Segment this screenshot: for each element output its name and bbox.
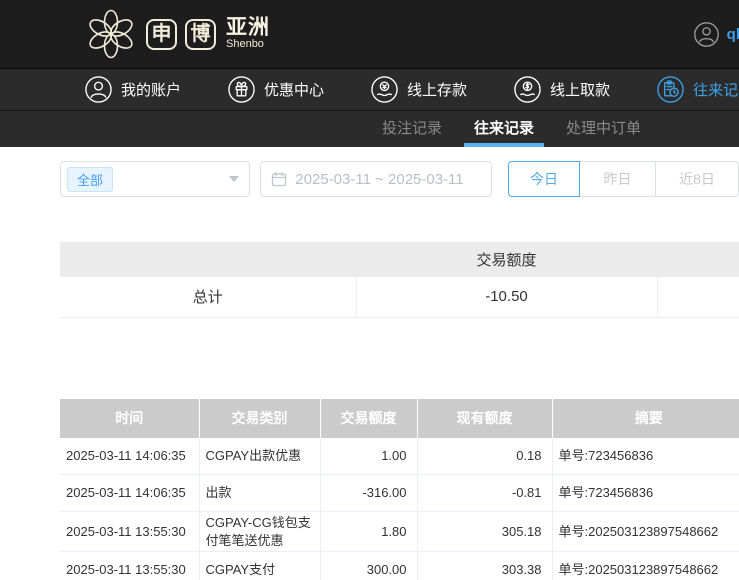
summary-empty-cell: [657, 277, 739, 317]
nav-item-transaction-records[interactable]: 往来记录: [656, 75, 739, 104]
transactions-header-row: 时间 交易类别 交易额度 现有额度 摘要: [60, 399, 739, 438]
filter-row: 全部 2025-03-11 ~ 2025-03-11 今日 昨日 近8日: [60, 161, 739, 197]
top-header: 申 博 亚洲 Shenbo qh: [0, 0, 739, 68]
nav-item-my-account[interactable]: 我的账户: [84, 75, 181, 104]
summary-header-empty: [657, 242, 739, 277]
col-header-balance: 现有额度: [417, 399, 552, 438]
summary-total-row: 总计 -10.50: [60, 277, 739, 317]
cell-type: CGPAY出款优惠: [199, 438, 320, 475]
col-header-time: 时间: [60, 399, 199, 438]
cell-summary: 单号:202503123897548662: [552, 512, 739, 552]
cell-time: 2025-03-11 13:55:30: [60, 512, 199, 552]
cell-summary: 单号:723456836: [552, 475, 739, 512]
cell-time: 2025-03-11 14:06:35: [60, 438, 199, 475]
clipboard-clock-icon: [656, 75, 685, 104]
username-text: qh: [727, 26, 739, 43]
cell-amount: 1.80: [320, 512, 417, 552]
cell-summary: 单号:723456836: [552, 438, 739, 475]
cell-type: CGPAY支付: [199, 552, 320, 580]
tab-betting-records[interactable]: 投注记录: [374, 111, 450, 147]
selected-type-tag[interactable]: 全部: [67, 167, 113, 192]
nav-item-online-withdrawal[interactable]: 线上取款: [513, 75, 610, 104]
cell-balance: 0.18: [417, 438, 552, 475]
col-header-amount: 交易额度: [320, 399, 417, 438]
cell-amount: 300.00: [320, 552, 417, 580]
table-row: 2025-03-11 13:55:30 CGPAY支付 300.00 303.3…: [60, 552, 739, 580]
withdraw-coin-hand-icon: [513, 75, 542, 104]
summary-total-label: 总计: [60, 277, 356, 317]
user-account-area[interactable]: qh: [693, 21, 739, 48]
nav-item-label: 我的账户: [121, 79, 181, 100]
tab-transaction-records[interactable]: 往来记录: [466, 111, 542, 147]
cell-balance: 305.18: [417, 512, 552, 552]
cell-balance: -0.81: [417, 475, 552, 512]
logo-char-bo: 博: [185, 19, 216, 50]
gift-icon: [227, 75, 256, 104]
logo-char-shen: 申: [146, 19, 177, 50]
cell-time: 2025-03-11 13:55:30: [60, 552, 199, 580]
records-tab-bar: 投注记录 往来记录 处理中订单: [0, 111, 739, 147]
deposit-coin-hand-icon: [370, 75, 399, 104]
cell-time: 2025-03-11 14:06:35: [60, 475, 199, 512]
nav-item-label: 往来记录: [693, 79, 739, 100]
lotus-flower-icon: [84, 7, 138, 61]
cell-balance: 303.38: [417, 552, 552, 580]
type-select[interactable]: 全部: [60, 161, 250, 197]
user-circle-icon: [84, 75, 113, 104]
cell-summary: 单号:202503123897548662: [552, 552, 739, 580]
nav-item-promotions[interactable]: 优惠中心: [227, 75, 324, 104]
quick-date-button-group: 今日 昨日 近8日: [508, 161, 739, 197]
cell-type: 出款: [199, 475, 320, 512]
summary-table: 交易额度 总计 -10.50: [60, 242, 739, 318]
records-content: 全部 2025-03-11 ~ 2025-03-11 今日 昨日 近8日: [0, 161, 739, 580]
chevron-down-icon: [229, 176, 239, 182]
nav-item-online-deposit[interactable]: 线上存款: [370, 75, 467, 104]
nav-item-label: 优惠中心: [264, 79, 324, 100]
yesterday-button[interactable]: 昨日: [579, 161, 656, 197]
table-row: 2025-03-11 13:55:30 CGPAY-CG钱包支付笔笔送优惠 1.…: [60, 512, 739, 552]
table-row: 2025-03-11 14:06:35 CGPAY出款优惠 1.00 0.18 …: [60, 438, 739, 475]
cell-amount: -316.00: [320, 475, 417, 512]
transactions-table: 时间 交易类别 交易额度 现有额度 摘要 2025-03-11 14:06:35…: [60, 399, 739, 580]
main-navbar: 我的账户 优惠中心 线上存款: [0, 68, 739, 111]
last-8-days-button[interactable]: 近8日: [655, 161, 739, 197]
today-button[interactable]: 今日: [508, 161, 580, 197]
date-range-value: 2025-03-11 ~ 2025-03-11: [295, 171, 463, 188]
summary-header-amount: 交易额度: [356, 242, 657, 277]
summary-header-empty: [60, 242, 356, 277]
nav-item-label: 线上取款: [550, 79, 610, 100]
table-row: 2025-03-11 14:06:35 出款 -316.00 -0.81 单号:…: [60, 475, 739, 512]
logo-brand-text: Shenbo: [226, 39, 270, 51]
logo-wordmark: 亚洲 Shenbo: [226, 17, 270, 51]
app-window: 申 博 亚洲 Shenbo qh 我的账户: [0, 0, 739, 580]
summary-total-value: -10.50: [356, 277, 657, 317]
tab-pending-orders[interactable]: 处理中订单: [558, 111, 649, 147]
logo-region-text: 亚洲: [226, 17, 270, 39]
cell-type: CGPAY-CG钱包支付笔笔送优惠: [199, 512, 320, 552]
date-range-input[interactable]: 2025-03-11 ~ 2025-03-11: [260, 161, 492, 197]
col-header-summary: 摘要: [552, 399, 739, 438]
summary-header-row: 交易额度: [60, 242, 739, 277]
nav-item-label: 线上存款: [407, 79, 467, 100]
col-header-type: 交易类别: [199, 399, 320, 438]
brand-logo[interactable]: 申 博 亚洲 Shenbo: [84, 7, 270, 61]
cell-amount: 1.00: [320, 438, 417, 475]
user-avatar-icon: [693, 21, 720, 48]
calendar-icon: [271, 171, 287, 187]
